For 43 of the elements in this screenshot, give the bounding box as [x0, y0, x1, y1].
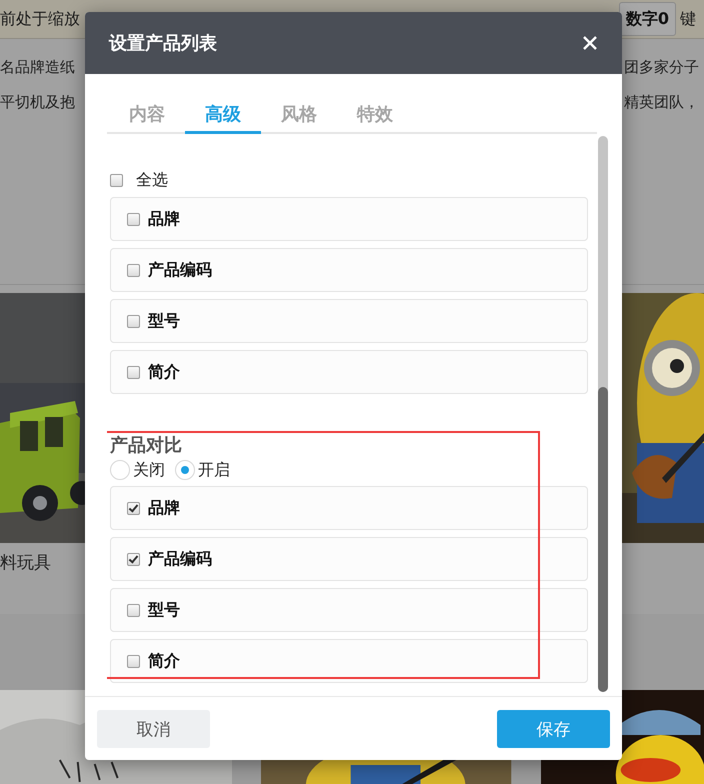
notice-text: 键: [680, 8, 697, 30]
field-label: 产品编码: [148, 260, 212, 280]
field-label: 简介: [148, 650, 180, 672]
radio-button[interactable]: [175, 460, 195, 480]
card-text: 团多家分子: [623, 57, 700, 78]
dialog-title: 设置产品列表: [109, 32, 218, 55]
radio-button[interactable]: [110, 460, 130, 480]
field-item[interactable]: 产品编码: [110, 537, 588, 581]
field-item[interactable]: 品牌: [110, 197, 588, 241]
field-item[interactable]: 产品编码: [110, 248, 588, 292]
card-text: 平切机及抱: [0, 92, 76, 113]
checkbox[interactable]: [127, 212, 140, 226]
checkbox[interactable]: [127, 552, 140, 566]
card-text: 名品牌造纸: [0, 57, 76, 78]
section-heading: 产品对比: [109, 434, 183, 458]
checkbox[interactable]: [127, 366, 140, 378]
notice-text: 前处于缩放: [0, 8, 80, 30]
radio-label: 开启: [198, 460, 230, 480]
field-label: 简介: [148, 362, 180, 382]
field-label: 型号: [148, 600, 180, 620]
field-item[interactable]: 型号: [110, 299, 588, 343]
field-label: 型号: [148, 310, 180, 332]
cancel-button[interactable]: 取消: [97, 710, 210, 748]
checkbox[interactable]: [127, 502, 140, 514]
field-item[interactable]: 品牌: [110, 486, 588, 530]
field-label: 产品编码: [148, 548, 212, 570]
card-text: 精英团队，: [623, 92, 700, 113]
checkbox[interactable]: [127, 314, 140, 328]
checkbox-label: 全选: [136, 170, 168, 190]
scrollbar[interactable]: [598, 136, 608, 692]
checkbox[interactable]: [127, 604, 140, 616]
close-icon[interactable]: [582, 35, 598, 51]
key-button[interactable]: 数字0: [618, 2, 676, 36]
field-label: 品牌: [148, 208, 180, 230]
field-item[interactable]: 简介: [110, 639, 588, 683]
checkbox[interactable]: [110, 174, 123, 186]
field-item[interactable]: 简介: [110, 350, 588, 394]
radio-label: 关闭: [133, 460, 165, 480]
card-text: 料玩具: [0, 552, 52, 574]
checkbox[interactable]: [127, 264, 140, 276]
field-label: 品牌: [148, 498, 180, 518]
checkbox[interactable]: [127, 654, 140, 668]
field-item[interactable]: 型号: [110, 588, 588, 632]
